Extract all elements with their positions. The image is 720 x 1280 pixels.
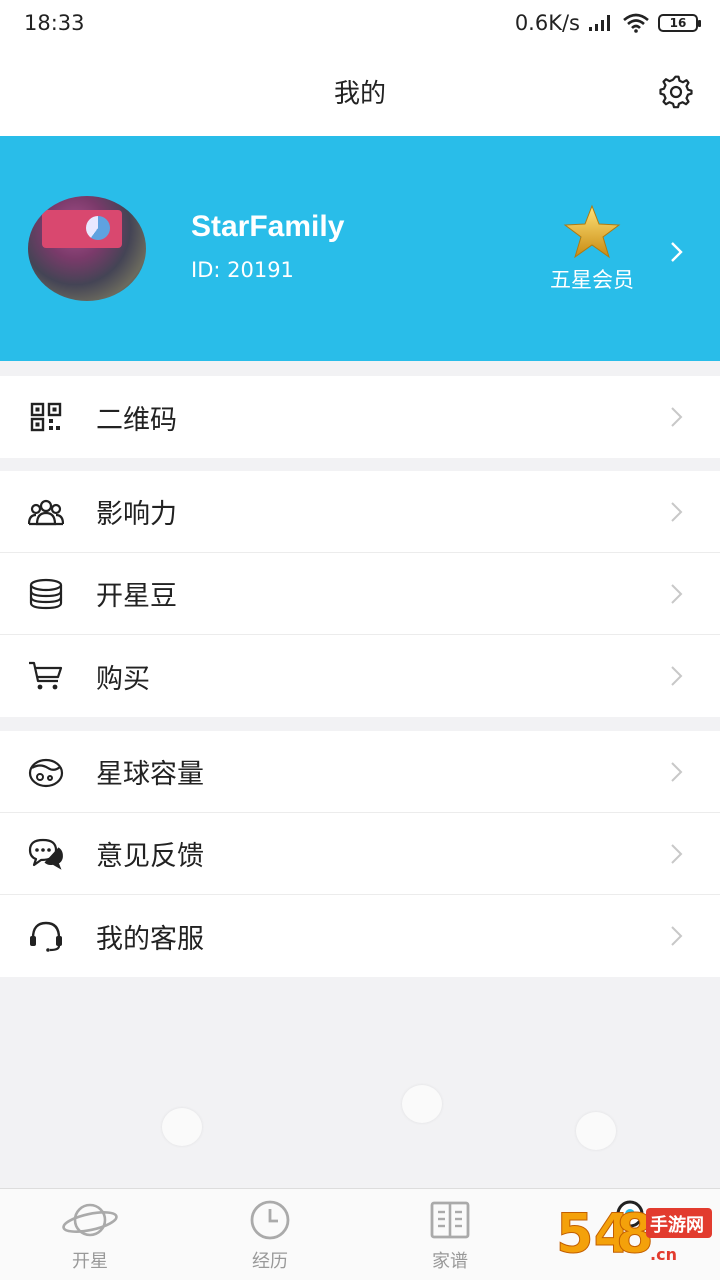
coin-stack-icon bbox=[28, 576, 64, 612]
avatar-screen bbox=[42, 210, 122, 248]
menu-item-planet-capacity[interactable]: 星球容量 bbox=[0, 731, 720, 813]
battery-icon: 16 bbox=[658, 14, 701, 32]
chevron-right-icon bbox=[671, 502, 683, 522]
page-header: 我的 bbox=[0, 46, 720, 136]
tab-label: 开星 bbox=[72, 1251, 108, 1272]
tab-kaixing[interactable]: 开星 bbox=[0, 1189, 180, 1280]
star-icon bbox=[563, 204, 621, 259]
feedback-chat-icon bbox=[28, 836, 64, 872]
qr-code-icon bbox=[28, 399, 64, 435]
menu-group-qr: 二维码 bbox=[0, 376, 720, 458]
profile-card[interactable]: StarFamily ID: 20191 五星会员 bbox=[0, 136, 720, 361]
menu-item-qr-code[interactable]: 二维码 bbox=[0, 376, 720, 458]
clock-icon bbox=[250, 1200, 290, 1240]
chevron-right-icon bbox=[671, 844, 683, 864]
membership-label: 五星会员 bbox=[550, 268, 634, 292]
menu-item-star-beans[interactable]: 开星豆 bbox=[0, 553, 720, 635]
profile-username: StarFamily bbox=[191, 210, 345, 243]
tab-experience[interactable]: 经历 bbox=[180, 1189, 360, 1280]
tab-label: 家谱 bbox=[432, 1251, 468, 1272]
decorative-bubble bbox=[576, 1112, 616, 1150]
avatar[interactable] bbox=[28, 196, 146, 301]
cart-icon bbox=[28, 658, 64, 694]
menu-item-label: 开星豆 bbox=[96, 581, 177, 612]
tab-label: 经历 bbox=[252, 1251, 288, 1272]
menu-group-service: 星球容量 意见反馈 我的客服 bbox=[0, 731, 720, 977]
headset-icon bbox=[28, 918, 64, 954]
network-speed: 0.6K/s bbox=[514, 11, 580, 35]
signal-icon bbox=[589, 15, 610, 31]
menu-item-label: 影响力 bbox=[96, 499, 177, 530]
svg-text:手游网: 手游网 bbox=[650, 1214, 704, 1236]
watermark-logo: 54 8 手游网 .cn bbox=[556, 1202, 712, 1266]
chevron-right-icon bbox=[671, 926, 683, 946]
page-title: 我的 bbox=[333, 78, 386, 109]
settings-button[interactable] bbox=[658, 74, 694, 110]
avatar-pie bbox=[86, 216, 110, 240]
battery-level: 16 bbox=[669, 16, 687, 30]
menu-item-label: 意见反馈 bbox=[96, 841, 204, 872]
menu-item-feedback[interactable]: 意见反馈 bbox=[0, 813, 720, 895]
status-bar: 18:33 0.6K/s 16 bbox=[0, 0, 720, 46]
gear-icon bbox=[659, 75, 693, 109]
menu-item-label: 星球容量 bbox=[96, 759, 204, 790]
svg-text:.cn: .cn bbox=[650, 1245, 677, 1264]
chevron-right-icon bbox=[671, 762, 683, 782]
status-right: 0.6K/s 16 bbox=[514, 11, 701, 35]
chevron-right-icon bbox=[671, 407, 683, 427]
people-group-icon bbox=[28, 494, 64, 530]
menu-item-label: 我的客服 bbox=[96, 923, 204, 955]
menu-item-label: 二维码 bbox=[96, 404, 177, 436]
menu-group-assets: 影响力 开星豆 购买 bbox=[0, 471, 720, 717]
tab-family-tree[interactable]: 家谱 bbox=[360, 1189, 540, 1280]
menu-item-customer-service[interactable]: 我的客服 bbox=[0, 895, 720, 977]
menu-item-purchase[interactable]: 购买 bbox=[0, 635, 720, 717]
profile-id: ID: 20191 bbox=[191, 258, 294, 282]
chevron-right-icon bbox=[671, 242, 683, 262]
chevron-right-icon bbox=[671, 666, 683, 686]
book-icon bbox=[430, 1201, 470, 1239]
menu-item-influence[interactable]: 影响力 bbox=[0, 471, 720, 553]
status-time: 18:33 bbox=[24, 11, 85, 35]
wifi-icon bbox=[623, 13, 649, 33]
planet-capacity-icon bbox=[28, 754, 64, 790]
decorative-bubble bbox=[402, 1085, 442, 1123]
menu-item-label: 购买 bbox=[96, 663, 150, 695]
membership-badge[interactable]: 五星会员 bbox=[530, 204, 654, 294]
chevron-right-icon bbox=[671, 584, 683, 604]
decorative-bubble bbox=[162, 1108, 202, 1146]
planet-icon bbox=[62, 1203, 118, 1237]
